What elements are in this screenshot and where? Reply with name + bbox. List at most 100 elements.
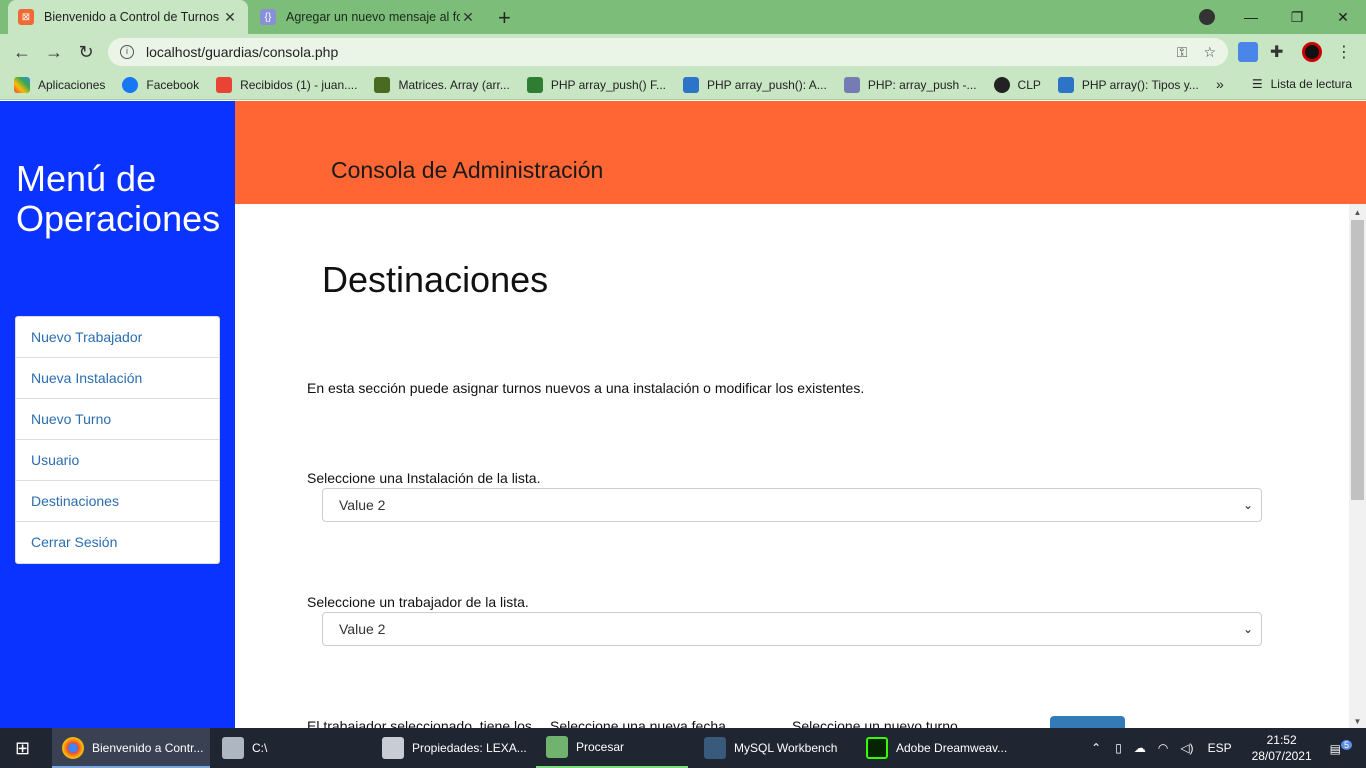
taskbar-label: Adobe Dreamweav...: [896, 741, 1008, 755]
new-tab-icon[interactable]: +: [498, 5, 511, 31]
bookmark-label: Recibidos (1) - juan....: [240, 77, 358, 92]
puzzle-icon[interactable]: ✚: [1270, 42, 1290, 62]
taskbar-item-chrome[interactable]: Bienvenido a Contr...: [52, 728, 210, 768]
url-text: localhost/guardias/consola.php: [146, 44, 339, 60]
sidebar-item-nueva-instalacion[interactable]: Nueva Instalación: [16, 358, 219, 399]
chevron-down-icon: ⌄: [1242, 622, 1253, 636]
chevron-up-icon[interactable]: ⌃: [1091, 741, 1101, 755]
menu-dots-icon[interactable]: ⋮: [1334, 42, 1354, 62]
sidebar: Menú de Operaciones Nuevo Trabajador Nue…: [0, 101, 235, 728]
sidebar-title-line: Menú de: [16, 158, 157, 199]
reading-list-label: Lista de lectura: [1270, 77, 1352, 91]
new-date-label: Seleccione una nueva fecha: [550, 718, 726, 728]
submit-button[interactable]: [1050, 716, 1125, 728]
bookmark-label: Aplicaciones: [38, 77, 106, 92]
bookmark[interactable]: Aplicaciones: [14, 76, 106, 93]
tab-agregar-mensaje[interactable]: {} Agregar un nuevo mensaje al for ✕: [250, 0, 486, 34]
tab-search-icon[interactable]: [1199, 9, 1215, 25]
device-icon[interactable]: ▯: [1115, 741, 1122, 755]
taskbar-item-drive[interactable]: C:\: [212, 728, 370, 768]
clock[interactable]: 21:52 28/07/2021: [1252, 732, 1312, 764]
taskbar-item-dreamweaver[interactable]: Adobe Dreamweav...: [856, 728, 1016, 768]
minimize-icon[interactable]: —: [1228, 9, 1274, 25]
sidebar-item-destinaciones[interactable]: Destinaciones: [16, 481, 219, 522]
bookmark-label: PHP: array_push -...: [867, 77, 977, 92]
bookmark[interactable]: PHP: array_push -...: [843, 76, 977, 93]
notifications-icon[interactable]: ▤ 5: [1330, 740, 1352, 756]
star-icon[interactable]: ☆: [1203, 44, 1216, 61]
taskbar-item-propiedades[interactable]: Propiedades: LEXA...: [372, 728, 530, 768]
scroll-down-icon[interactable]: ▼: [1349, 717, 1366, 726]
bookmark[interactable]: Facebook: [122, 76, 200, 93]
worker-label: Seleccione un trabajador de la lista.: [307, 594, 529, 610]
taskbar-label: Bienvenido a Contr...: [92, 741, 204, 755]
new-shift-label: Seleccione un nuevo turno: [792, 718, 958, 728]
bookmark-label: Facebook: [146, 77, 200, 92]
gmail-icon: [216, 76, 233, 93]
braces-icon: {}: [260, 9, 276, 25]
bookmark[interactable]: CLP: [993, 76, 1041, 93]
bookmark[interactable]: Recibidos (1) - juan....: [216, 76, 358, 93]
page-scrollbar[interactable]: ▲ ▼: [1349, 204, 1366, 728]
close-window-icon[interactable]: ✕: [1320, 9, 1366, 26]
sidebar-title: Menú de Operaciones: [16, 159, 220, 239]
xampp-icon: ⊠: [18, 9, 34, 25]
reading-list[interactable]: ☰ Lista de lectura: [1252, 77, 1352, 91]
close-icon[interactable]: ✕: [222, 9, 238, 26]
reload-icon[interactable]: ↻: [74, 40, 98, 64]
volume-icon[interactable]: ◁): [1180, 741, 1193, 755]
taskbar-item-procesar[interactable]: Procesar: [536, 728, 688, 768]
browser-tab-strip: ⊠ Bienvenido a Control de Turnos ✕ {} Ag…: [0, 0, 1366, 34]
worker-select[interactable]: Value 2 ⌄: [322, 612, 1262, 646]
forward-icon[interactable]: →: [42, 40, 66, 64]
sidebar-item-cerrar-sesion[interactable]: Cerrar Sesión: [16, 522, 219, 563]
globe-icon: [993, 76, 1010, 93]
translate-icon[interactable]: [1238, 42, 1258, 62]
info-icon[interactable]: i: [120, 45, 134, 59]
sidebar-item-nuevo-turno[interactable]: Nuevo Turno: [16, 399, 219, 440]
sidebar-item-usuario[interactable]: Usuario: [16, 440, 219, 481]
properties-icon: [382, 737, 404, 759]
restore-icon[interactable]: ❐: [1274, 9, 1320, 26]
bookmark-label: PHP array(): Tipos y...: [1081, 77, 1199, 92]
intro-text: En esta sección puede asignar turnos nue…: [307, 380, 865, 396]
taskbar-label: MySQL Workbench: [734, 741, 838, 755]
bookmark[interactable]: PHP array_push() F...: [526, 76, 666, 93]
apps-grid-icon: [14, 76, 30, 93]
bookmark[interactable]: PHP array(): Tipos y...: [1057, 76, 1199, 93]
key-icon[interactable]: ⚿: [1177, 44, 1188, 61]
close-icon[interactable]: ✕: [460, 9, 476, 26]
bookmark[interactable]: Matrices. Array (arr...: [374, 76, 510, 93]
bookmark-label: Matrices. Array (arr...: [398, 77, 510, 92]
installation-select[interactable]: Value 2 ⌄: [322, 488, 1262, 522]
taskbar-label: C:\: [252, 741, 268, 755]
mysql-workbench-icon: [704, 737, 726, 759]
taskbar-item-mysql[interactable]: MySQL Workbench: [694, 728, 852, 768]
back-icon[interactable]: ←: [10, 40, 34, 64]
installation-label: Seleccione una Instalación de la lista.: [307, 470, 541, 486]
language-indicator[interactable]: ESP: [1208, 741, 1232, 755]
php-icon: [843, 76, 860, 93]
bookmark-label: PHP array_push(): A...: [706, 77, 827, 92]
sidebar-item-nuevo-trabajador[interactable]: Nuevo Trabajador: [16, 317, 219, 358]
cloud-icon[interactable]: ☁: [1134, 741, 1146, 755]
sidebar-title-line: Operaciones: [16, 198, 221, 239]
windows-start-icon[interactable]: ⊞: [0, 728, 48, 768]
chevron-down-icon: ⌄: [1242, 498, 1253, 512]
scroll-thumb[interactable]: [1351, 220, 1364, 500]
process-icon: [546, 736, 568, 758]
bookmark[interactable]: PHP array_push(): A...: [682, 76, 827, 93]
address-bar[interactable]: i localhost/guardias/consola.php ⚿ ☆: [108, 38, 1228, 66]
shield-icon: [1057, 76, 1074, 93]
tab-control-turnos[interactable]: ⊠ Bienvenido a Control de Turnos ✕: [8, 0, 248, 34]
window-controls: — ❐ ✕: [1228, 0, 1366, 34]
reading-list-icon: ☰: [1251, 77, 1263, 91]
windows-taskbar: ⊞ Bienvenido a Contr... C:\ Propiedades:…: [0, 728, 1366, 768]
scroll-up-icon[interactable]: ▲: [1349, 208, 1366, 217]
more-bookmarks-icon[interactable]: »: [1216, 76, 1224, 92]
dreamweaver-icon: [866, 737, 888, 759]
profile-avatar[interactable]: [1302, 42, 1322, 62]
installation-selected-value: Value 2: [339, 497, 386, 513]
worker-selected-value: Value 2: [339, 621, 386, 637]
wifi-icon[interactable]: ◠: [1158, 741, 1168, 755]
